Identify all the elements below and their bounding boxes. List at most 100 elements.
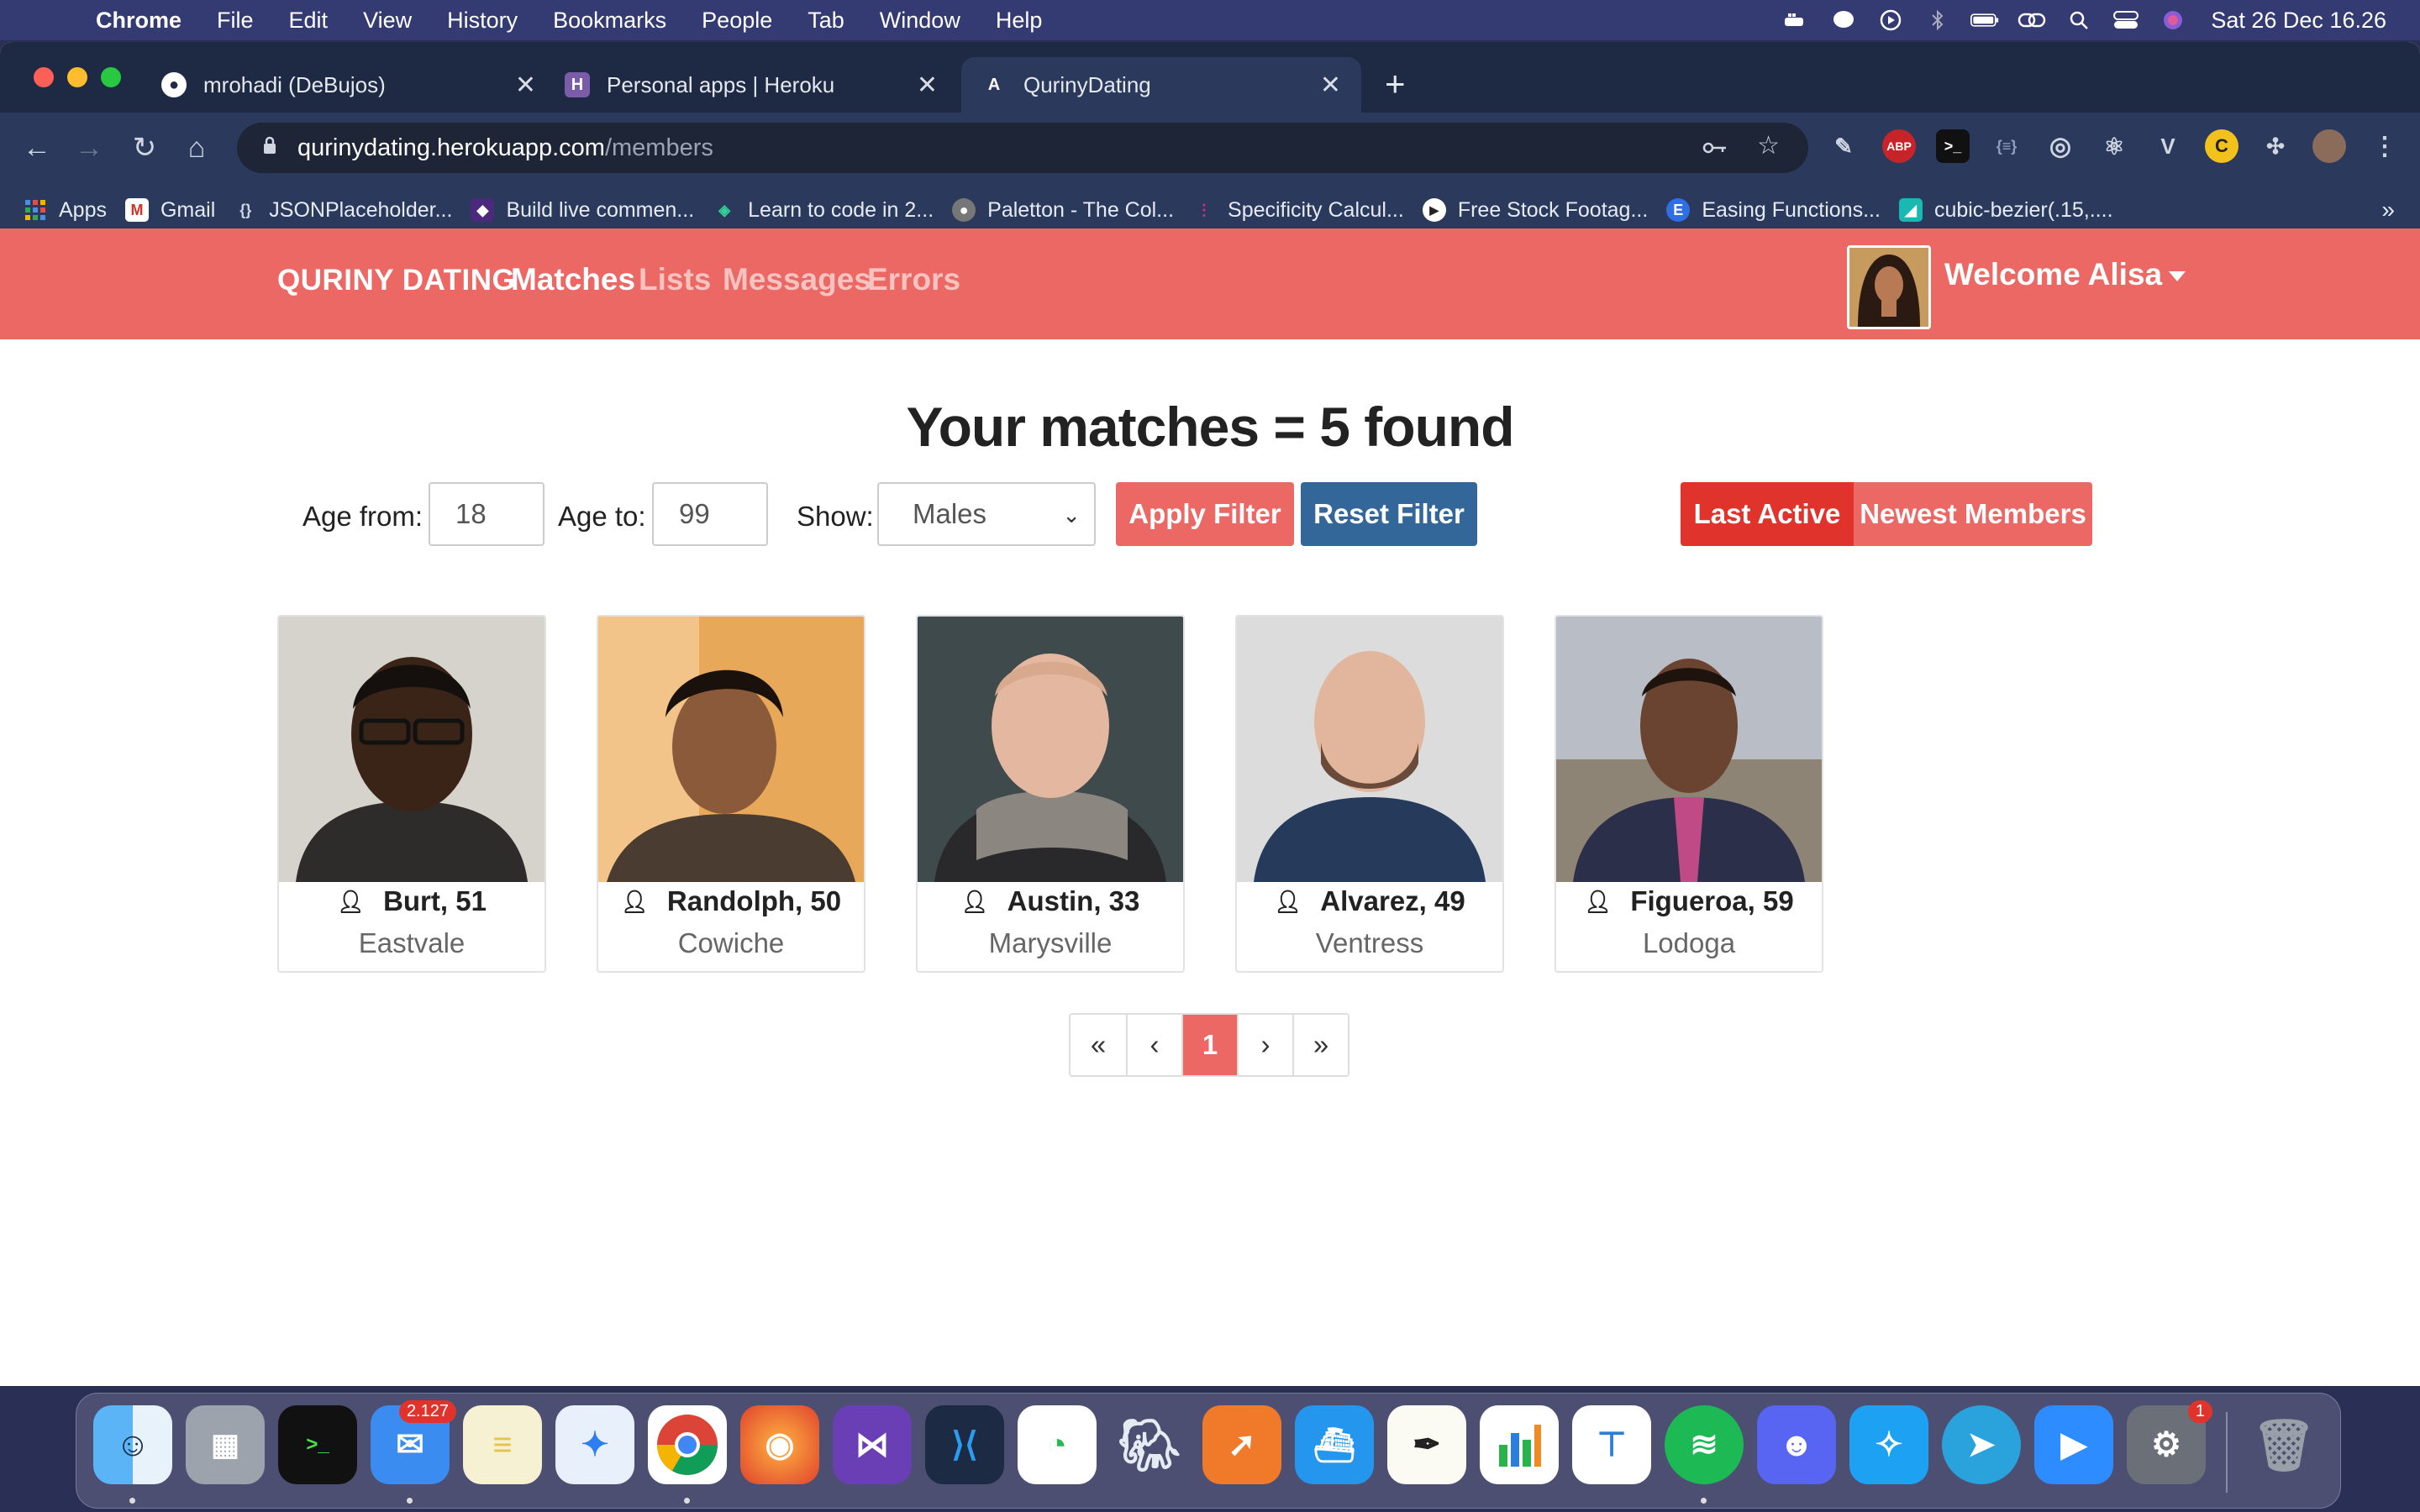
brand-logo[interactable]: QURINY DATING (277, 264, 515, 297)
bookmark-specificity[interactable]: ⋮ Specificity Calcul... (1192, 198, 1404, 223)
tableplus-status-icon[interactable] (1829, 9, 1858, 31)
vscode-icon[interactable]: ⟩⟨ (925, 1405, 1004, 1484)
member-card[interactable]: 👤︎ Randolph, 50 Cowiche (597, 615, 865, 973)
profile-avatar-icon[interactable] (2312, 129, 2346, 163)
pagination-first[interactable]: « (1071, 1015, 1126, 1075)
pagination-next[interactable]: › (1237, 1015, 1292, 1075)
docker-icon[interactable]: ⛴ (1295, 1405, 1374, 1484)
bookmark-learn-to-code[interactable]: ◈ Learn to code in 2... (713, 198, 934, 223)
telegram-icon[interactable]: ➤ (1942, 1405, 2021, 1484)
key-icon[interactable] (1702, 134, 1728, 163)
menu-help[interactable]: Help (996, 8, 1043, 34)
extensions-puzzle-icon[interactable]: ✣ (2259, 129, 2292, 163)
zoom-window-button[interactable] (101, 67, 121, 87)
react-devtools-icon[interactable]: ⚛ (2097, 129, 2131, 163)
yellow-extension-icon[interactable]: C (2205, 129, 2238, 163)
visual-studio-icon[interactable]: ⋈ (833, 1405, 912, 1484)
firefox-icon[interactable]: ◉ (740, 1405, 819, 1484)
tab-qurinydating[interactable]: A QurinyDating ✕ (961, 57, 1361, 113)
chrome-menu-icon[interactable]: ⋮ (2368, 129, 2402, 163)
pagination-prev[interactable]: ‹ (1126, 1015, 1181, 1075)
play-status-icon[interactable] (1876, 9, 1905, 31)
discord-icon[interactable]: ☻ (1757, 1405, 1836, 1484)
member-photo[interactable] (1556, 617, 1822, 882)
bookmark-jsonplaceholder[interactable]: {} JSONPlaceholder... (234, 198, 452, 223)
member-card[interactable]: 👤︎ Figueroa, 59 Lodoga (1555, 615, 1823, 973)
lock-icon[interactable] (259, 136, 281, 160)
menu-file[interactable]: File (217, 8, 254, 34)
tab-github[interactable]: ● mrohadi (DeBujos) ✕ (161, 57, 556, 113)
close-tab-icon[interactable]: ✕ (515, 71, 536, 100)
age-to-input[interactable]: 99 (652, 482, 768, 546)
nav-lists[interactable]: Lists (639, 262, 711, 297)
member-card[interactable]: 👤︎ Austin, 33 Marysville (916, 615, 1185, 973)
bookmark-cubic-bezier[interactable]: ◢ cubic-bezier(.15,.... (1898, 198, 2113, 223)
pen-extension-icon[interactable]: ✎ (1827, 129, 1860, 163)
menu-edit[interactable]: Edit (289, 8, 329, 34)
postgres-elephant-icon[interactable]: 🐘︎ (1110, 1405, 1189, 1484)
menu-bookmarks[interactable]: Bookmarks (553, 8, 666, 34)
zoom-icon[interactable]: ▶ (2034, 1405, 2113, 1484)
member-photo[interactable] (598, 617, 864, 882)
reload-icon[interactable]: ↻ (126, 129, 163, 166)
new-tab-plus-icon[interactable]: + (1385, 66, 1406, 102)
nav-matches[interactable]: Matches (511, 262, 635, 297)
bookmark-build-live-comments[interactable]: ◆ Build live commen... (471, 198, 694, 223)
spotlight-search-icon[interactable] (2065, 9, 2093, 31)
newest-members-button[interactable]: Newest Members (1854, 482, 2092, 546)
menu-bar-clock[interactable]: Sat 26 Dec 16.26 (2211, 8, 2386, 34)
safari-icon[interactable]: ✦ (555, 1405, 634, 1484)
adblock-extension-icon[interactable]: ABP (1882, 129, 1916, 163)
mail-icon[interactable]: ✉ 2.127 (371, 1400, 456, 1484)
gender-select[interactable]: Males ⌄ (877, 482, 1096, 546)
postman-icon[interactable]: ➚ (1202, 1405, 1281, 1484)
menu-tab[interactable]: Tab (808, 8, 844, 34)
age-from-input[interactable]: 18 (429, 482, 544, 546)
docker-status-icon[interactable] (1782, 9, 1811, 31)
user-avatar[interactable] (1847, 245, 1931, 329)
keynote-icon[interactable]: ⊤ (1572, 1405, 1651, 1484)
line-icon[interactable]: ◔ (1018, 1405, 1097, 1484)
bookmarks-overflow-chevron[interactable]: » (2381, 197, 2395, 223)
pagination-page-1[interactable]: 1 (1181, 1015, 1237, 1075)
notes-icon[interactable]: ≡ (463, 1405, 542, 1484)
last-active-button[interactable]: Last Active (1681, 482, 1854, 546)
close-window-button[interactable] (34, 67, 54, 87)
menu-view[interactable]: View (363, 8, 412, 34)
link-status-icon[interactable] (2018, 9, 2046, 31)
forward-arrow-icon[interactable]: → (71, 129, 108, 166)
bluetooth-icon[interactable] (1923, 9, 1952, 31)
member-photo[interactable] (1237, 617, 1502, 882)
bookmark-gmail[interactable]: M Gmail (124, 198, 215, 223)
numbers-icon[interactable] (1480, 1405, 1559, 1484)
welcome-dropdown[interactable]: Welcome Alisa (1944, 257, 2186, 292)
apply-filter-button[interactable]: Apply Filter (1116, 482, 1294, 546)
target-extension-icon[interactable]: ◎ (2044, 129, 2077, 163)
json-extension-icon[interactable]: {≡} (1990, 129, 2023, 163)
menu-people[interactable]: People (702, 8, 772, 34)
tab-heroku[interactable]: H Personal apps | Heroku ✕ (565, 57, 958, 113)
launchpad-icon[interactable]: ▦ (186, 1405, 265, 1484)
pagination-last[interactable]: » (1292, 1015, 1348, 1075)
terminal-extension-icon[interactable]: >_ (1936, 129, 1970, 163)
address-bar[interactable]: qurinydating.herokuapp.com/members ☆ (237, 123, 1808, 173)
home-icon[interactable]: ⌂ (178, 129, 215, 166)
finder-icon[interactable]: ☺ (93, 1405, 172, 1484)
chrome-icon[interactable] (648, 1405, 727, 1484)
close-tab-icon[interactable]: ✕ (917, 71, 938, 100)
member-card[interactable]: 👤︎ Alvarez, 49 Ventress (1235, 615, 1504, 973)
menu-history[interactable]: History (447, 8, 518, 34)
battery-icon[interactable] (1970, 9, 1999, 31)
twitter-icon[interactable]: ✧ (1849, 1405, 1928, 1484)
system-preferences-icon[interactable]: ⚙ 1 (2127, 1400, 2212, 1484)
nav-messages[interactable]: Messages (723, 262, 871, 297)
spotify-icon[interactable]: ≋ (1665, 1405, 1744, 1484)
close-tab-icon[interactable]: ✕ (1320, 71, 1341, 100)
control-center-icon[interactable] (2112, 9, 2140, 31)
menu-app-name[interactable]: Chrome (96, 8, 182, 34)
reset-filter-button[interactable]: Reset Filter (1301, 482, 1477, 546)
bookmark-free-stock-footage[interactable]: ▶ Free Stock Footag... (1422, 198, 1648, 223)
minimize-window-button[interactable] (67, 67, 87, 87)
member-photo[interactable] (279, 617, 544, 882)
quill-icon[interactable]: ✒ (1387, 1405, 1466, 1484)
